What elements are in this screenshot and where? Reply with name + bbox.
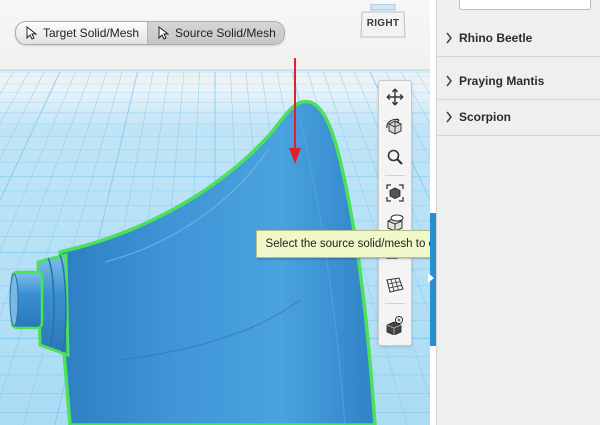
- material-grid-icon: [386, 277, 404, 293]
- zoom-icon: [387, 149, 403, 165]
- move-pan-icon: [386, 88, 404, 106]
- fit-view-icon: [386, 184, 404, 202]
- fit-view-button[interactable]: [383, 181, 407, 205]
- panel-item-rhino-beetle[interactable]: Rhino Beetle: [437, 20, 600, 57]
- material-grid-button[interactable]: [383, 273, 407, 297]
- target-solid-mesh-label: Target Solid/Mesh: [43, 26, 140, 40]
- snap-settings-icon: [386, 316, 403, 335]
- chevron-right-icon: [428, 273, 434, 283]
- chevron-right-icon: [446, 75, 453, 87]
- orbit-icon: [386, 118, 402, 135]
- panel-item-scorpion[interactable]: Scorpion: [437, 99, 600, 136]
- content-side-panel: Rhino Beetle Praying Mantis Scorpion: [436, 0, 600, 425]
- panel-search-input[interactable]: [459, 0, 591, 10]
- toolbar-separator: [385, 303, 405, 304]
- orbit-button[interactable]: [383, 115, 407, 139]
- target-solid-mesh-button[interactable]: Target Solid/Mesh: [16, 22, 147, 44]
- navigation-toolbar: [378, 80, 412, 346]
- view-cube[interactable]: RIGHT: [359, 3, 407, 38]
- panel-item-label: Rhino Beetle: [459, 31, 533, 45]
- zoom-button[interactable]: [383, 145, 407, 169]
- panel-item-praying-mantis[interactable]: Praying Mantis: [437, 63, 600, 100]
- pan-button[interactable]: [383, 85, 407, 109]
- source-solid-mesh-label: Source Solid/Mesh: [175, 26, 276, 40]
- toolbar-separator: [385, 175, 405, 176]
- 3d-viewport[interactable]: Target Solid/Mesh Source Solid/Mesh RIGH…: [0, 0, 430, 425]
- panel-item-label: Scorpion: [459, 110, 512, 124]
- combine-mode-selector: Target Solid/Mesh Source Solid/Mesh: [15, 21, 285, 45]
- panel-item-label: Praying Mantis: [459, 74, 545, 88]
- cursor-arrow-icon: [158, 26, 170, 40]
- instruction-tooltip: Select the source solid/mesh to combine …: [256, 230, 430, 258]
- view-cube-face-label: RIGHT: [366, 18, 400, 29]
- cursor-arrow-icon: [26, 26, 37, 40]
- source-solid-mesh-button[interactable]: Source Solid/Mesh: [147, 22, 284, 44]
- scene-canvas[interactable]: [0, 0, 430, 425]
- chevron-right-icon: [446, 32, 453, 44]
- snap-settings-button[interactable]: [383, 313, 407, 337]
- source-solid-model[interactable]: [9, 99, 377, 425]
- chevron-right-icon: [446, 111, 453, 123]
